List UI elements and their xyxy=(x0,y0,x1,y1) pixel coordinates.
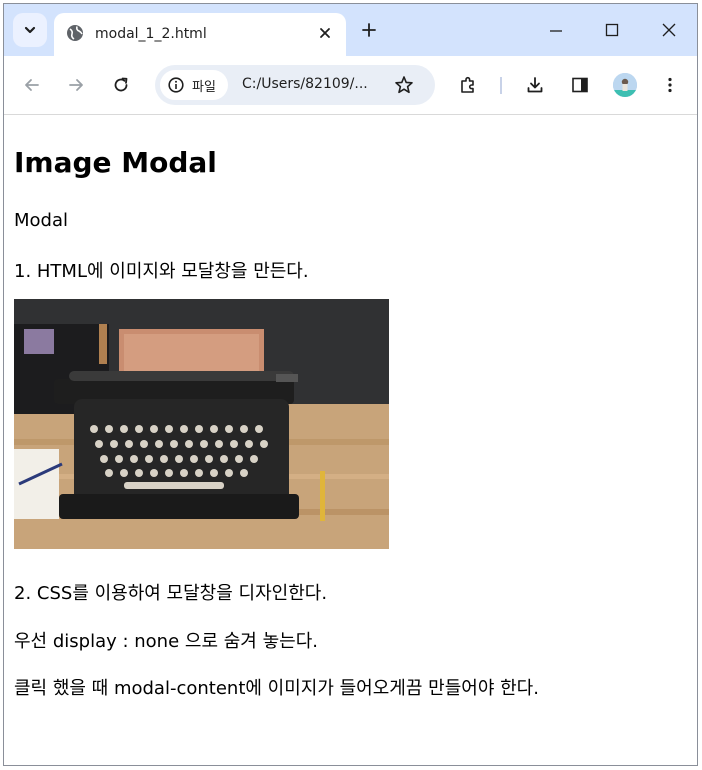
globe-icon xyxy=(67,25,83,41)
toolbar-separator xyxy=(500,77,502,94)
address-bar[interactable]: 파일 C:/Users/82109/... xyxy=(155,65,435,105)
browser-toolbar: 파일 C:/Users/82109/... xyxy=(4,56,697,115)
active-tab[interactable]: modal_1_2.html xyxy=(54,13,346,56)
reload-icon[interactable] xyxy=(111,75,131,95)
step-1-text: 1. HTML에 이미지와 모달창을 만든다. xyxy=(14,261,309,282)
menu-icon[interactable] xyxy=(660,75,680,95)
typewriter-image[interactable] xyxy=(14,299,389,549)
profile-avatar[interactable] xyxy=(613,73,637,97)
avatar-image xyxy=(613,73,637,97)
back-icon[interactable] xyxy=(22,75,42,95)
hide-note-text: 우선 display : none 으로 숨겨 놓는다. xyxy=(14,631,318,652)
download-icon[interactable] xyxy=(525,75,545,95)
site-info-label: 파일 xyxy=(192,80,216,95)
step-2-text: 2. CSS를 이용하여 모달창을 디자인한다. xyxy=(14,583,328,604)
click-note-text: 클릭 했을 때 modal-content에 이미지가 들어오게끔 만들어야 한… xyxy=(14,678,539,699)
star-icon[interactable] xyxy=(394,75,414,95)
info-icon xyxy=(168,77,184,93)
window-close-icon[interactable] xyxy=(661,22,677,38)
tab-strip: modal_1_2.html xyxy=(4,4,697,56)
extensions-icon[interactable] xyxy=(458,75,478,95)
url-text[interactable]: C:/Users/82109/... xyxy=(242,76,368,92)
minimize-icon[interactable] xyxy=(548,22,564,38)
subtitle-text: Modal xyxy=(14,210,68,231)
close-icon[interactable] xyxy=(317,25,333,41)
site-info-chip[interactable]: 파일 xyxy=(160,70,228,100)
tab-search-button[interactable] xyxy=(13,13,47,47)
browser-window: modal_1_2.html 파일 C:/Users/82109/... Ima… xyxy=(3,3,698,766)
forward-icon[interactable] xyxy=(66,75,86,95)
new-tab-icon[interactable] xyxy=(361,22,377,38)
side-panel-icon[interactable] xyxy=(570,75,590,95)
tab-title: modal_1_2.html xyxy=(95,26,207,42)
tab-search-icon xyxy=(24,26,36,34)
page-title: Image Modal xyxy=(14,146,217,179)
maximize-icon[interactable] xyxy=(604,22,620,38)
